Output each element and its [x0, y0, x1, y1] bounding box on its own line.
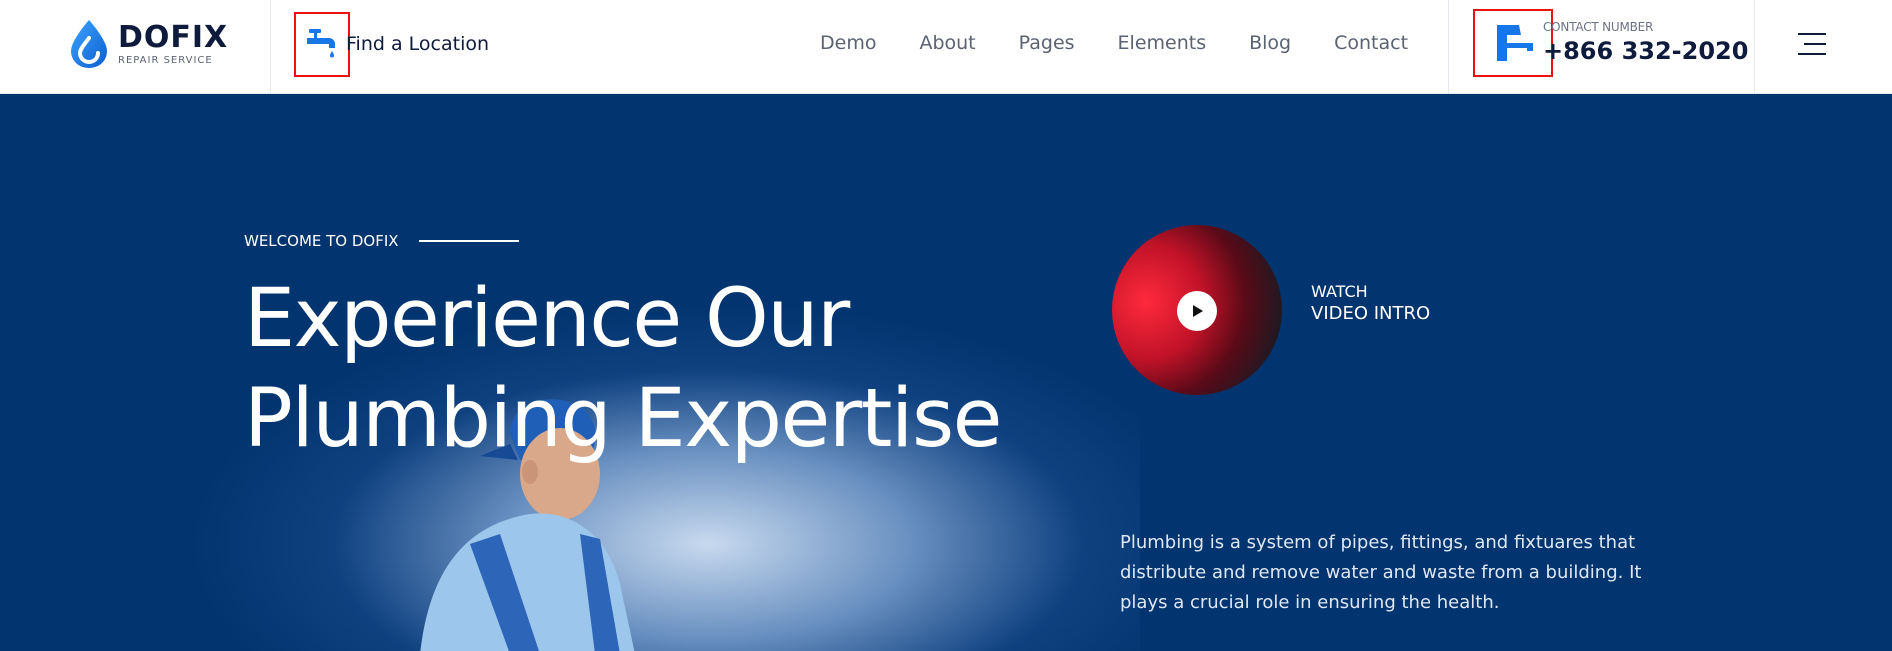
nav-contact[interactable]: Contact: [1334, 32, 1408, 60]
watch-video-link[interactable]: WATCH VIDEO INTRO: [1311, 282, 1430, 326]
watch-label: WATCH: [1311, 282, 1368, 301]
hero-description: Plumbing is a system of pipes, fittings,…: [1120, 532, 1642, 613]
faucet-icon: [1473, 9, 1553, 77]
water-drop-logo-icon: [71, 20, 107, 68]
eyebrow-line: [418, 240, 519, 242]
menu-bar: [1804, 43, 1826, 45]
video-intro-thumbnail[interactable]: [1112, 225, 1282, 395]
contact-number-label: CONTACT NUMBER: [1543, 20, 1654, 34]
nav-elements[interactable]: Elements: [1118, 32, 1207, 60]
header-divider: [1448, 0, 1449, 94]
nav-pages[interactable]: Pages: [1019, 32, 1075, 60]
header-divider: [1754, 0, 1755, 94]
menu-bar: [1798, 53, 1826, 55]
site-header: DOFIX REPAIR SERVICE Find a Location Dem…: [0, 0, 1892, 94]
nav-blog[interactable]: Blog: [1249, 32, 1291, 60]
hamburger-menu-icon[interactable]: [1798, 33, 1826, 55]
header-divider: [270, 0, 271, 94]
eyebrow-text: WELCOME TO DOFIX: [244, 232, 399, 250]
hero-eyebrow: WELCOME TO DOFIX: [244, 232, 519, 250]
video-intro-label: VIDEO INTRO: [1311, 303, 1431, 324]
hero-headline: Experience Our Plumbing Expertise: [244, 269, 1002, 469]
nav-demo[interactable]: Demo: [820, 32, 876, 60]
play-button[interactable]: [1177, 291, 1217, 331]
play-icon: [1193, 305, 1203, 317]
find-location-link[interactable]: Find a Location: [294, 11, 490, 77]
brand-logo[interactable]: DOFIX REPAIR SERVICE: [68, 16, 248, 72]
headline-line-2: Plumbing Expertise: [244, 372, 1002, 466]
brand-name: DOFIX: [118, 20, 229, 55]
contact-phone-number[interactable]: +866 332-2020: [1543, 37, 1748, 65]
hero-section: WELCOME TO DOFIX Experience Our Plumbing…: [0, 94, 1892, 651]
main-nav: Demo About Pages Elements Blog Contact: [820, 32, 1408, 60]
contact-number-block[interactable]: CONTACT NUMBER +866 332-2020: [1473, 9, 1753, 77]
find-location-label: Find a Location: [346, 33, 490, 55]
headline-line-1: Experience Our: [244, 272, 850, 366]
nav-about[interactable]: About: [919, 32, 975, 60]
menu-bar: [1798, 33, 1826, 35]
faucet-tap-icon: [294, 11, 350, 77]
brand-tagline: REPAIR SERVICE: [118, 55, 213, 66]
